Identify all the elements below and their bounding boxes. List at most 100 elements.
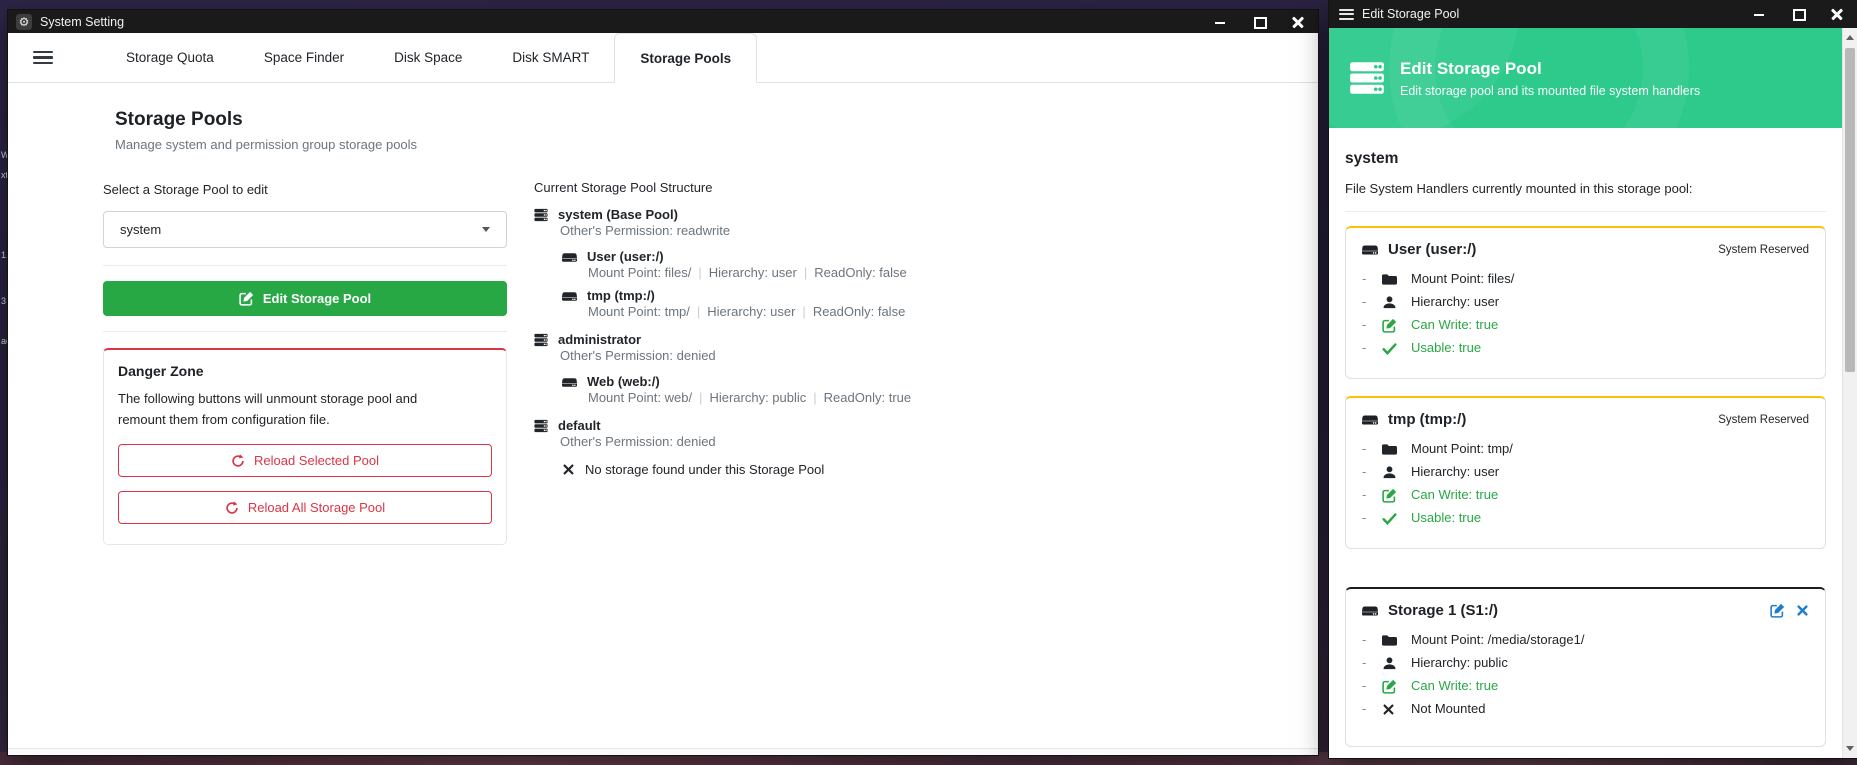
desktop: W xt 1. 3 ad ⚙ System Setting Storage Qu… (0, 0, 1857, 765)
window-title: System Setting (40, 15, 124, 29)
pool-select-dropdown[interactable]: system (103, 211, 507, 248)
edit-icon (239, 291, 254, 306)
maximize-button[interactable] (1253, 16, 1265, 28)
handler-name: Web (web:/) (587, 374, 660, 390)
check-icon (1382, 341, 1397, 356)
gear-icon: ⚙ (16, 14, 32, 30)
edit-pool-content: system File System Handlers currently mo… (1329, 128, 1842, 758)
edit-pool-banner: Edit Storage Pool Edit storage pool and … (1329, 28, 1857, 128)
chevron-down-icon (482, 227, 490, 232)
user-icon (1382, 465, 1397, 480)
reload-selected-pool-button[interactable]: Reload Selected Pool (118, 444, 492, 477)
storage-pool-tree: system (Base Pool) Other's Permission: r… (534, 207, 1234, 489)
server-icon (534, 333, 548, 347)
desktop-icon-label-fragment: 3 (1, 296, 6, 306)
pool-name: administrator (558, 332, 641, 348)
handler-user: User (user:/) Mount Point: files/|Hierar… (562, 249, 1234, 281)
minimize-button[interactable] (1753, 8, 1765, 20)
edit-icon (1382, 488, 1397, 503)
window-title: Edit Storage Pool (1362, 7, 1459, 21)
edit-storage-pool-window: Edit Storage Pool Edit Storage Pool Edit… (1329, 0, 1857, 758)
refresh-icon (225, 501, 239, 515)
pool-permission: Other's Permission: readwrite (560, 223, 1234, 239)
banner-title: Edit Storage Pool (1400, 59, 1700, 79)
pool-permission: Other's Permission: denied (560, 434, 1234, 450)
system-reserved-badge: System Reserved (1718, 244, 1809, 256)
structure-label: Current Storage Pool Structure (534, 180, 712, 195)
edit-storage-pool-button[interactable]: Edit Storage Pool (103, 281, 507, 316)
pool-administrator: administrator Other's Permission: denied… (534, 332, 1234, 406)
hdd-icon (562, 289, 577, 304)
handler-tmp: tmp (tmp:/) Mount Point: tmp/|Hierarchy:… (562, 288, 1234, 320)
tab-disk-space[interactable]: Disk Space (369, 33, 487, 82)
scroll-up-arrow[interactable] (1843, 30, 1857, 45)
handler-card-user: User (user:/) System Reserved -Mount Poi… (1345, 226, 1826, 379)
pool-empty-message: No storage found under this Storage Pool (562, 462, 1234, 477)
handler-card-title: User (user:/) (1388, 241, 1476, 258)
refresh-icon (231, 454, 245, 468)
tab-storage-quota[interactable]: Storage Quota (101, 33, 239, 82)
hdd-icon (1362, 412, 1378, 428)
menu-hamburger-icon[interactable] (33, 51, 53, 65)
handler-card-title: tmp (tmp:/) (1388, 411, 1466, 428)
hdd-icon (562, 375, 577, 390)
server-icon (534, 208, 548, 222)
remove-handler-button[interactable] (1796, 604, 1809, 617)
scrollbar-thumb[interactable] (1845, 48, 1855, 372)
edit-pool-titlebar: Edit Storage Pool (1329, 0, 1857, 28)
system-setting-window: ⚙ System Setting Storage Quota Space Fin… (8, 10, 1318, 755)
window-menu-icon (1339, 9, 1354, 20)
pool-select-label: Select a Storage Pool to edit (103, 182, 268, 197)
edit-icon (1382, 679, 1397, 694)
handler-card-tmp: tmp (tmp:/) System Reserved -Mount Point… (1345, 396, 1826, 549)
user-icon (1382, 295, 1397, 310)
cross-icon (1382, 703, 1395, 716)
banner-subtitle: Edit storage pool and its mounted file s… (1400, 84, 1700, 98)
check-icon (1382, 511, 1397, 526)
pool-default: default Other's Permission: denied No st… (534, 418, 1234, 477)
vertical-scrollbar[interactable] (1842, 28, 1857, 758)
minimize-button[interactable] (1214, 16, 1226, 28)
mounted-handlers-label: File System Handlers currently mounted i… (1345, 181, 1826, 196)
danger-zone-title: Danger Zone (118, 363, 492, 379)
scroll-down-arrow[interactable] (1843, 741, 1857, 756)
pool-name: system (Base Pool) (558, 207, 678, 223)
horizontal-scrollbar-track[interactable] (8, 748, 1318, 755)
tab-disk-smart[interactable]: Disk SMART (487, 33, 614, 82)
cross-icon (562, 463, 575, 476)
reload-all-storage-pool-button[interactable]: Reload All Storage Pool (118, 491, 492, 524)
pool-select-value: system (120, 222, 161, 237)
close-button[interactable] (1292, 16, 1304, 28)
server-stack-icon (1349, 60, 1385, 96)
handler-name: User (user:/) (587, 249, 664, 265)
tab-storage-pools[interactable]: Storage Pools (614, 33, 757, 83)
page-subtitle: Manage system and permission group stora… (115, 137, 417, 152)
edit-icon (1382, 318, 1397, 333)
handler-card-title: Storage 1 (S1:/) (1388, 602, 1498, 619)
folder-icon (1382, 442, 1397, 457)
hdd-icon (562, 250, 577, 265)
handler-name: tmp (tmp:/) (587, 288, 655, 304)
handler-card-storage1: Storage 1 (S1:/) -Mount Point: /media/st… (1345, 587, 1826, 747)
folder-icon (1382, 272, 1397, 287)
desktop-icon-label-fragment: xt (1, 170, 8, 180)
divider (1345, 211, 1826, 212)
system-setting-titlebar: ⚙ System Setting (8, 10, 1318, 33)
divider (103, 331, 507, 332)
page-title: Storage Pools (115, 109, 243, 131)
edit-handler-button[interactable] (1770, 603, 1785, 618)
hdd-icon (1362, 242, 1378, 258)
divider (103, 265, 507, 266)
settings-tab-bar: Storage Quota Space Finder Disk Space Di… (8, 33, 1318, 83)
cross-icon (1796, 604, 1809, 617)
system-reserved-badge: System Reserved (1718, 414, 1809, 426)
danger-zone-card: Danger Zone The following buttons will u… (103, 348, 507, 545)
tab-space-finder[interactable]: Space Finder (239, 33, 369, 82)
close-button[interactable] (1831, 8, 1843, 20)
maximize-button[interactable] (1792, 8, 1804, 20)
hdd-icon (1362, 603, 1378, 619)
pool-name: default (558, 418, 601, 434)
user-icon (1382, 656, 1397, 671)
handler-web: Web (web:/) Mount Point: web/|Hierarchy:… (562, 374, 1234, 406)
edit-icon (1770, 603, 1785, 618)
